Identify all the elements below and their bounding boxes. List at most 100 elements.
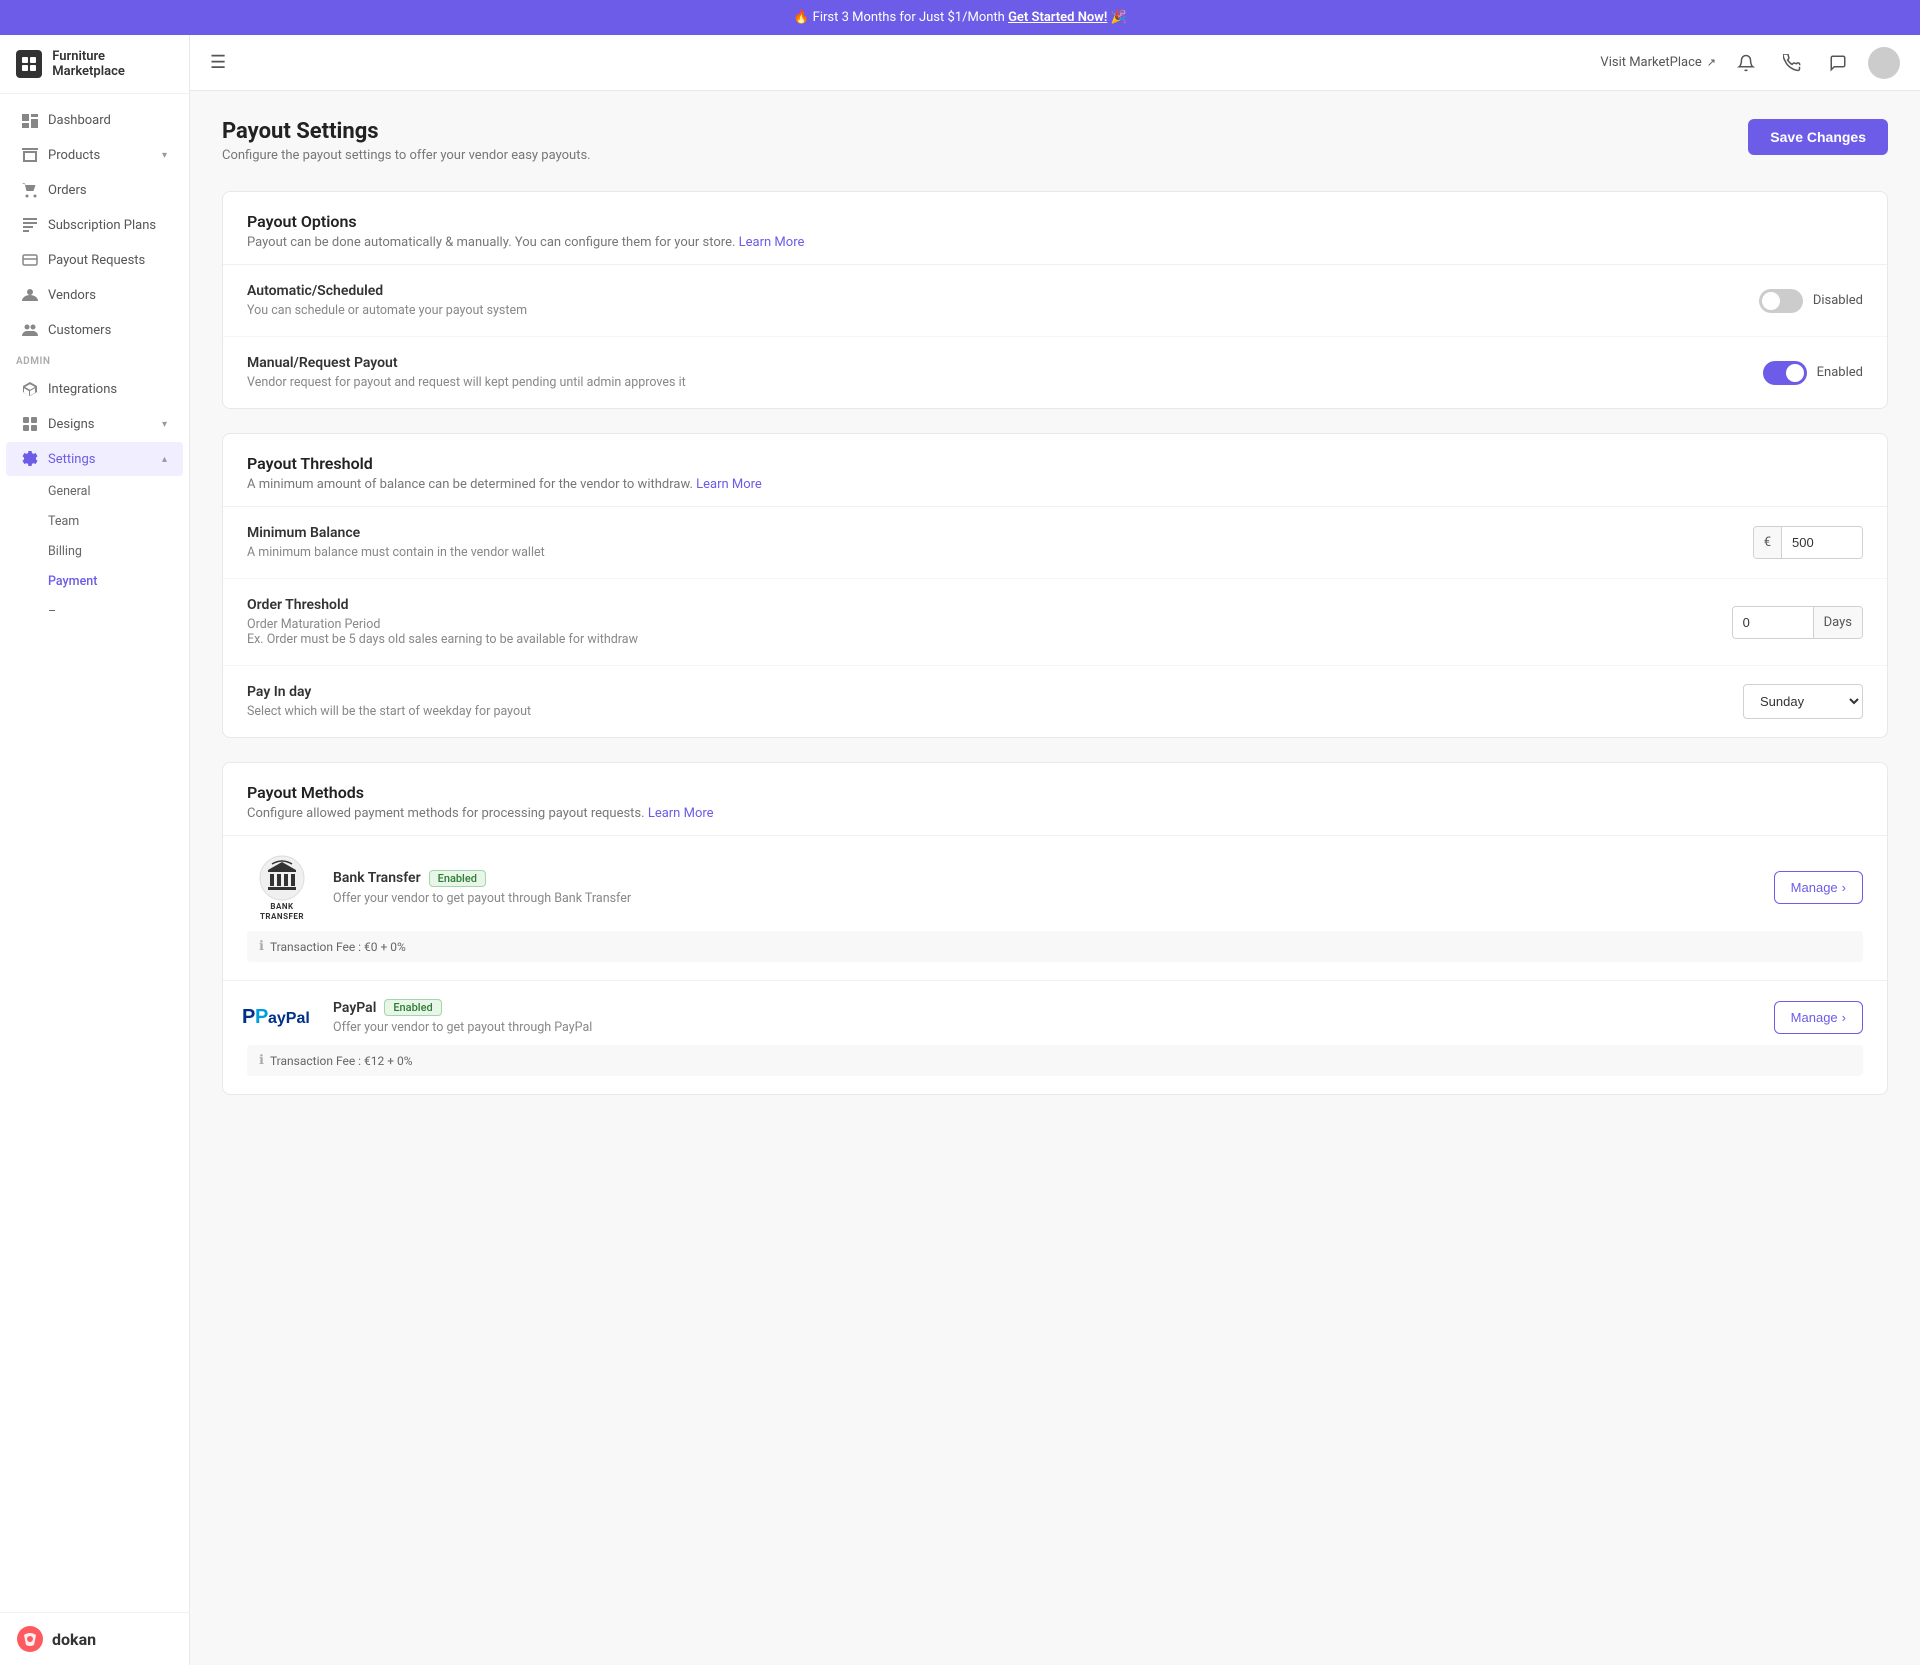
page-header: Payout Settings Configure the payout set… [222, 119, 1888, 163]
bank-transfer-logo-text: BANKTRANSFER [260, 902, 304, 921]
sidebar-item-payout-requests[interactable]: Payout Requests [6, 243, 183, 277]
paypal-badge: Enabled [384, 999, 441, 1016]
sidebar-item-subscription-label: Subscription Plans [48, 218, 156, 233]
payout-threshold-section: Payout Threshold A minimum amount of bal… [222, 433, 1888, 738]
currency-prefix: € [1754, 527, 1782, 558]
payout-options-section: Payout Options Payout can be done automa… [222, 191, 1888, 409]
payout-methods-header: Payout Methods Configure allowed payment… [223, 763, 1887, 836]
sidebar-item-settings-label: Settings [48, 452, 95, 467]
bank-transfer-manage-button[interactable]: Manage › [1774, 871, 1863, 904]
paypal-details: PayPal Enabled Offer your vendor to get … [333, 999, 592, 1035]
sidebar-sub-payment[interactable]: Payment [6, 567, 183, 596]
hamburger-icon[interactable]: ☰ [210, 52, 226, 73]
banner-emoji: 🎉 [1111, 10, 1127, 25]
main-header: ☰ Visit MarketPlace ↗ [190, 35, 1920, 91]
payout-threshold-learn-more[interactable]: Learn More [696, 477, 762, 492]
bank-transfer-name: Bank Transfer [333, 870, 421, 886]
auto-payout-toggle-wrap: Disabled [1759, 289, 1863, 313]
paypal-fee-icon: ℹ [259, 1053, 264, 1068]
sidebar-sub-billing[interactable]: Billing [6, 537, 183, 566]
paypal-fee-text: Transaction Fee : €12 + 0% [270, 1054, 413, 1068]
sidebar-item-integrations[interactable]: Integrations [6, 372, 183, 406]
bank-transfer-row: BANKTRANSFER Bank Transfer Enabled Offer… [223, 836, 1887, 981]
sidebar-item-orders[interactable]: Orders [6, 173, 183, 207]
order-threshold-row: Order Threshold Order Maturation Period … [223, 579, 1887, 666]
sidebar-item-subscription[interactable]: Subscription Plans [6, 208, 183, 242]
user-avatar[interactable] [1868, 47, 1900, 79]
external-link-icon: ↗ [1707, 56, 1716, 69]
bank-transfer-badge: Enabled [429, 870, 486, 887]
bank-fee-icon: ℹ [259, 939, 264, 954]
paypal-logo-svg: P P ayPal [242, 1003, 322, 1027]
auto-payout-state: Disabled [1813, 293, 1863, 308]
sidebar-item-designs[interactable]: Designs ▾ [6, 407, 183, 441]
sidebar-sub-general[interactable]: General [6, 477, 183, 506]
min-balance-label: Minimum Balance [247, 525, 545, 541]
sidebar-item-dashboard-label: Dashboard [48, 113, 111, 128]
paypal-fee: ℹ Transaction Fee : €12 + 0% [247, 1045, 1863, 1076]
min-balance-desc: A minimum balance must contain in the ve… [247, 545, 545, 560]
svg-text:ayPal: ayPal [268, 1010, 310, 1027]
sidebar-item-dashboard[interactable]: Dashboard [6, 103, 183, 137]
pay-in-day-select[interactable]: Sunday Monday Tuesday Wednesday Thursday… [1743, 684, 1863, 719]
bank-transfer-manage-arrow: › [1842, 880, 1846, 895]
app-name: Furniture Marketplace [52, 49, 173, 79]
order-threshold-input-wrap: Days [1732, 606, 1863, 639]
sidebar-item-customers[interactable]: Customers [6, 313, 183, 347]
payout-methods-learn-more[interactable]: Learn More [648, 806, 714, 821]
sidebar-item-customers-label: Customers [48, 323, 111, 338]
pay-in-day-row: Pay In day Select which will be the star… [223, 666, 1887, 737]
sidebar-item-settings[interactable]: Settings ▴ [6, 442, 183, 476]
page-title: Payout Settings [222, 119, 591, 144]
sidebar-item-designs-label: Designs [48, 417, 94, 432]
banner-text: 🔥 First 3 Months for Just $1/Month [793, 10, 1005, 25]
bank-transfer-info: BANKTRANSFER Bank Transfer Enabled Offer… [247, 854, 631, 921]
sidebar-item-vendors[interactable]: Vendors [6, 278, 183, 312]
auto-payout-label: Automatic/Scheduled [247, 283, 527, 299]
paypal-desc: Offer your vendor to get payout through … [333, 1020, 592, 1035]
admin-section-label: ADMIN [0, 348, 189, 371]
payout-options-title: Payout Options [247, 212, 1863, 231]
paypal-row: P P ayPal PayPal Enabled [223, 981, 1887, 1094]
visit-marketplace-link[interactable]: Visit MarketPlace ↗ [1600, 55, 1716, 70]
svg-text:P: P [255, 1006, 268, 1027]
sidebar-item-vendors-label: Vendors [48, 288, 96, 303]
sidebar-item-integrations-label: Integrations [48, 382, 117, 397]
payout-methods-section: Payout Methods Configure allowed payment… [222, 762, 1888, 1095]
pay-in-day-label: Pay In day [247, 684, 531, 700]
manual-payout-toggle-wrap: Enabled [1763, 361, 1863, 385]
manual-payout-desc: Vendor request for payout and request wi… [247, 375, 686, 390]
visit-marketplace-label: Visit MarketPlace [1600, 55, 1701, 70]
sidebar-sub-team[interactable]: Team [6, 507, 183, 536]
header-actions: Visit MarketPlace ↗ [1600, 47, 1900, 79]
sidebar-item-products[interactable]: Products ▾ [6, 138, 183, 172]
chat-button[interactable] [1822, 47, 1854, 79]
paypal-name-row: PayPal Enabled [333, 999, 592, 1016]
payout-options-header: Payout Options Payout can be done automa… [223, 192, 1887, 265]
min-balance-row: Minimum Balance A minimum balance must c… [223, 507, 1887, 579]
bank-transfer-name-row: Bank Transfer Enabled [333, 870, 631, 887]
payout-options-desc: Payout can be done automatically & manua… [247, 235, 1863, 250]
banner-cta[interactable]: Get Started Now! [1008, 10, 1107, 25]
dokan-logo: dokan [16, 1625, 173, 1653]
sidebar-item-payout-label: Payout Requests [48, 253, 145, 268]
paypal-logo: P P ayPal [247, 1003, 317, 1032]
auto-payout-toggle[interactable] [1759, 289, 1803, 313]
order-threshold-input[interactable] [1733, 607, 1813, 638]
payout-threshold-header: Payout Threshold A minimum amount of bal… [223, 434, 1887, 507]
dokan-brand-text: dokan [52, 1630, 96, 1649]
sidebar-logo[interactable]: Furniture Marketplace [0, 35, 189, 94]
notification-button[interactable] [1730, 47, 1762, 79]
paypal-top: P P ayPal PayPal Enabled [247, 999, 1863, 1035]
paypal-manage-button[interactable]: Manage › [1774, 1001, 1863, 1034]
sidebar-sub-dash: – [6, 597, 183, 626]
min-balance-input[interactable] [1782, 527, 1862, 558]
payout-options-learn-more[interactable]: Learn More [739, 235, 805, 250]
manual-payout-toggle[interactable] [1763, 361, 1807, 385]
order-threshold-desc2: Ex. Order must be 5 days old sales earni… [247, 632, 638, 647]
save-changes-button[interactable]: Save Changes [1748, 119, 1888, 155]
products-chevron: ▾ [162, 150, 167, 161]
phone-button[interactable] [1776, 47, 1808, 79]
bank-transfer-top: BANKTRANSFER Bank Transfer Enabled Offer… [247, 854, 1863, 921]
dokan-brand-icon [16, 1625, 44, 1653]
